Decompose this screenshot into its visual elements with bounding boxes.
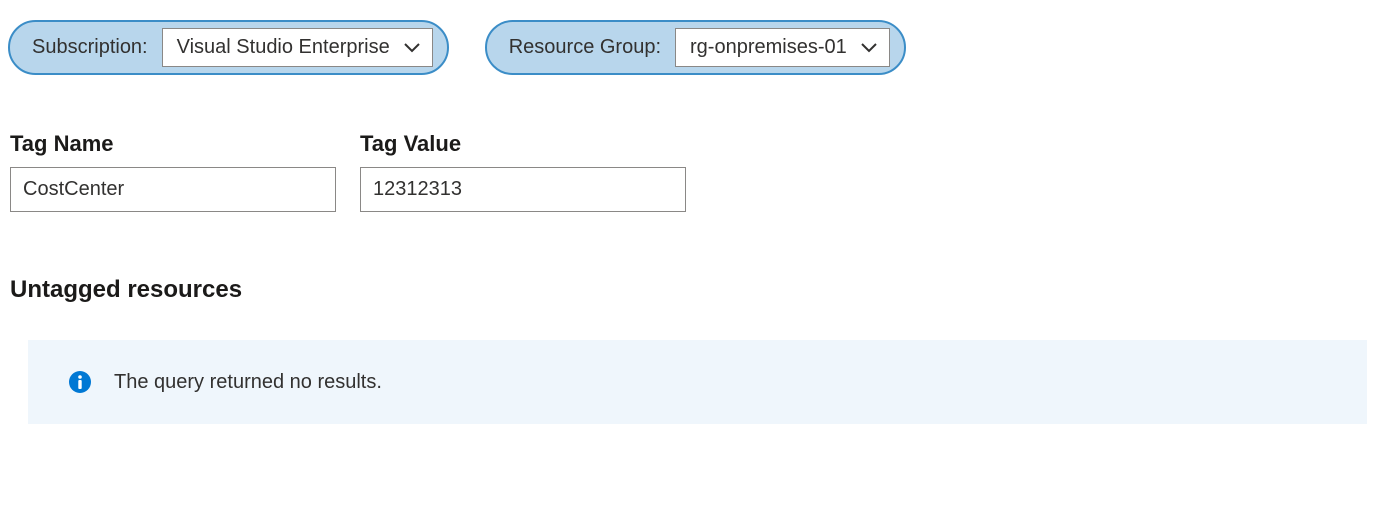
resource-group-filter-pill: Resource Group: rg-onpremises-01 xyxy=(485,20,906,75)
chevron-down-icon xyxy=(404,43,420,53)
subscription-label: Subscription: xyxy=(32,36,148,59)
subscription-select[interactable]: Visual Studio Enterprise xyxy=(162,28,433,67)
info-icon xyxy=(68,370,92,394)
resource-group-select[interactable]: rg-onpremises-01 xyxy=(675,28,890,67)
resource-group-label: Resource Group: xyxy=(509,36,661,59)
info-banner-message: The query returned no results. xyxy=(114,371,382,394)
tag-value-label: Tag Value xyxy=(360,131,686,157)
tag-name-label: Tag Name xyxy=(10,131,336,157)
tag-value-input[interactable] xyxy=(360,167,686,212)
tag-name-input[interactable] xyxy=(10,167,336,212)
chevron-down-icon xyxy=(861,43,877,53)
untagged-resources-heading: Untagged resources xyxy=(8,276,1367,304)
tag-value-field: Tag Value xyxy=(360,131,686,212)
resource-group-selected-value: rg-onpremises-01 xyxy=(690,36,847,59)
tag-name-field: Tag Name xyxy=(10,131,336,212)
subscription-filter-pill: Subscription: Visual Studio Enterprise xyxy=(8,20,449,75)
subscription-selected-value: Visual Studio Enterprise xyxy=(177,36,390,59)
info-banner: The query returned no results. xyxy=(28,340,1367,424)
filters-row: Subscription: Visual Studio Enterprise R… xyxy=(8,20,1367,75)
tag-inputs-row: Tag Name Tag Value xyxy=(8,131,1367,212)
